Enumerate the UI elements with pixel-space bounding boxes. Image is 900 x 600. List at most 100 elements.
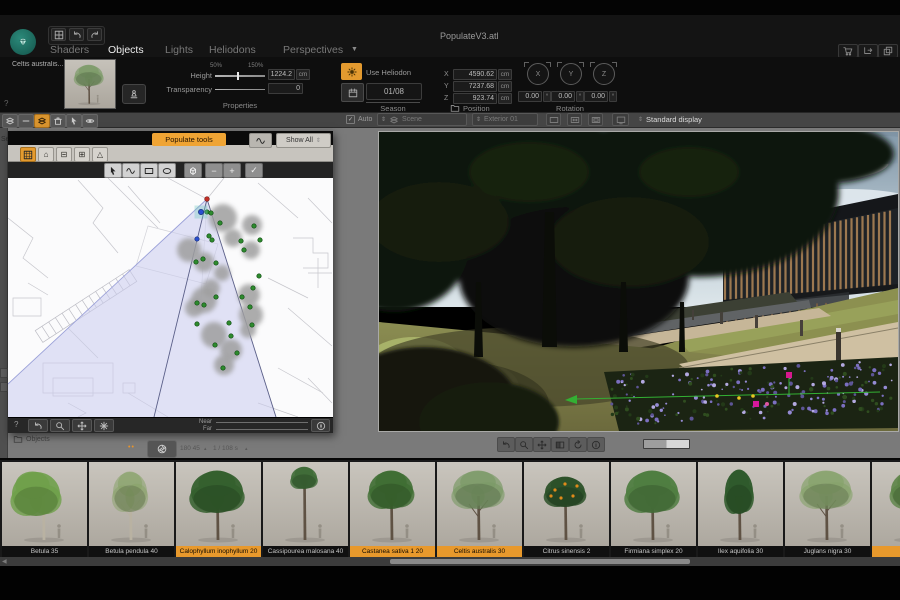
plant-dot[interactable] [227,321,231,325]
tab-shaders[interactable]: Shaders [50,44,89,56]
use-heliodon-button[interactable] [341,63,362,80]
rotation-dial-y[interactable]: Y [560,63,582,85]
plan-view-button[interactable] [20,147,36,162]
populate-tools-button[interactable]: Populate tools [152,133,226,146]
redo-button[interactable] [87,28,102,41]
path-anchor-dot[interactable] [195,237,199,241]
stepper-up-icon[interactable]: ▴ [204,446,207,452]
chevron-down-icon[interactable]: ▼ [351,46,358,53]
show-all-dropdown[interactable]: Show All⇕ [276,133,331,148]
catalog-item[interactable]: Castanea sativa 1 20 [350,462,435,557]
3d-panel-button[interactable] [551,437,569,452]
plant-dot[interactable] [257,274,261,278]
quad-view-button[interactable]: ⊞ [74,147,90,162]
tab-objects[interactable]: Objects [108,44,144,56]
plant-dot[interactable] [201,257,205,261]
rotation-dial-x[interactable]: X [527,63,549,85]
plant-dot[interactable] [258,238,262,242]
near-slider[interactable] [216,422,308,423]
tab-heliodons[interactable]: Heliodons [209,44,256,56]
3d-preview-button[interactable] [184,163,202,178]
rotation-dial-z[interactable]: Z [593,63,615,85]
3d-zoom-slider[interactable] [643,439,690,449]
remove-plant-button[interactable]: − [205,163,223,178]
auto-checkbox[interactable]: ✓ Auto [346,115,372,124]
position-x-field[interactable]: 4590.62 [453,69,497,80]
active-layer-button[interactable] [34,114,50,128]
catalog-item[interactable]: Calophyllum inophyllum 20 [176,462,261,557]
plant-dot[interactable] [229,334,233,338]
duplicate-button[interactable] [878,44,898,58]
paint-tool-button[interactable] [122,84,146,104]
plant-dot[interactable] [202,303,206,307]
render-settings-button[interactable] [147,440,177,458]
aspect-ratio-button[interactable] [588,113,603,126]
tab-perspectives[interactable]: Perspectives [283,44,343,56]
plant-dot[interactable] [214,261,218,265]
3d-orbit-button[interactable] [569,437,587,452]
filmstrip-scroll-thumb[interactable] [390,559,690,564]
path-mode-button[interactable] [249,133,272,148]
axon-view-button[interactable]: △ [92,147,108,162]
ellipse-tool-button[interactable] [158,163,176,178]
catalog-item[interactable]: Betula 35 [2,462,87,557]
plant-dot[interactable] [194,260,198,264]
aspect-free-button[interactable] [546,113,561,126]
split-view-button[interactable]: ⊟ [56,147,72,162]
2d-zoom-button[interactable] [50,419,70,432]
rotation-z-field[interactable]: 0.00 [584,91,608,102]
stepper-up-icon[interactable]: ▴ [245,446,248,452]
plant-dot[interactable] [242,248,246,252]
delete-button[interactable] [50,114,66,128]
3d-preview-window[interactable] [378,131,899,432]
camera-dropdown[interactable]: ⇕ Exterior 01 [472,113,538,126]
sidebar-tool-button[interactable] [0,382,8,392]
gizmo-handle[interactable] [786,372,792,378]
season-date-field[interactable]: 01/08 [366,83,422,100]
visibility-button[interactable] [82,114,98,128]
position-y-field[interactable]: 7237.68 [453,81,497,92]
display-size-button[interactable] [612,113,629,126]
path-anchor-dot[interactable] [198,209,203,214]
camera-position-dot[interactable] [205,197,210,202]
cart-button[interactable] [838,44,858,58]
rotation-x-field[interactable]: 0.00 [518,91,542,102]
plant-dot[interactable] [210,238,214,242]
layers-button[interactable] [2,114,18,128]
shutter-value[interactable]: 1 / 108 s [213,445,238,452]
plant-dot[interactable] [195,322,199,326]
rotation-y-field[interactable]: 0.00 [551,91,575,102]
plant-dot[interactable] [250,323,254,327]
scene-dropdown[interactable]: ⇕ Scene [377,113,467,126]
catalog-item[interactable]: Betula pendula 40 [89,462,174,557]
plant-dot[interactable] [252,224,256,228]
plant-dot[interactable] [207,234,211,238]
plant-dot[interactable] [248,305,252,309]
export-button[interactable] [858,44,878,58]
3d-zoom-button[interactable] [515,437,533,452]
help-button[interactable]: ? [4,99,8,108]
3d-info-button[interactable] [587,437,605,452]
app-logo-icon[interactable] [10,29,36,55]
plant-dot[interactable] [195,301,199,305]
catalog-item[interactable]: Celtis australis 30 [437,462,522,557]
scroll-left-icon[interactable]: ◀ [2,558,7,565]
catalog-item[interactable]: Firmiana simplex 20 [611,462,696,557]
rectangle-tool-button[interactable] [140,163,158,178]
catalog-item[interactable]: Ilex aquifolia 30 [698,462,783,557]
calendar-button[interactable] [341,83,364,102]
grid-view-button[interactable] [51,28,66,41]
2d-help-button[interactable]: ? [14,420,18,429]
catalog-item[interactable]: Juglans nigra 30 [785,462,870,557]
confirm-button[interactable]: ✓ [245,163,263,178]
2d-pan-button[interactable] [72,419,92,432]
curve-tool-button[interactable] [122,163,140,178]
3d-pan-button[interactable] [533,437,551,452]
display-mode-dropdown[interactable]: ⇕ Standard display [638,115,702,124]
select-button[interactable] [66,114,82,128]
height-slider[interactable] [215,75,265,77]
plant-dot[interactable] [239,239,243,243]
plant-dot[interactable] [251,286,255,290]
object-preview-thumbnail[interactable] [64,59,116,109]
pointer-tool-button[interactable] [104,163,122,178]
